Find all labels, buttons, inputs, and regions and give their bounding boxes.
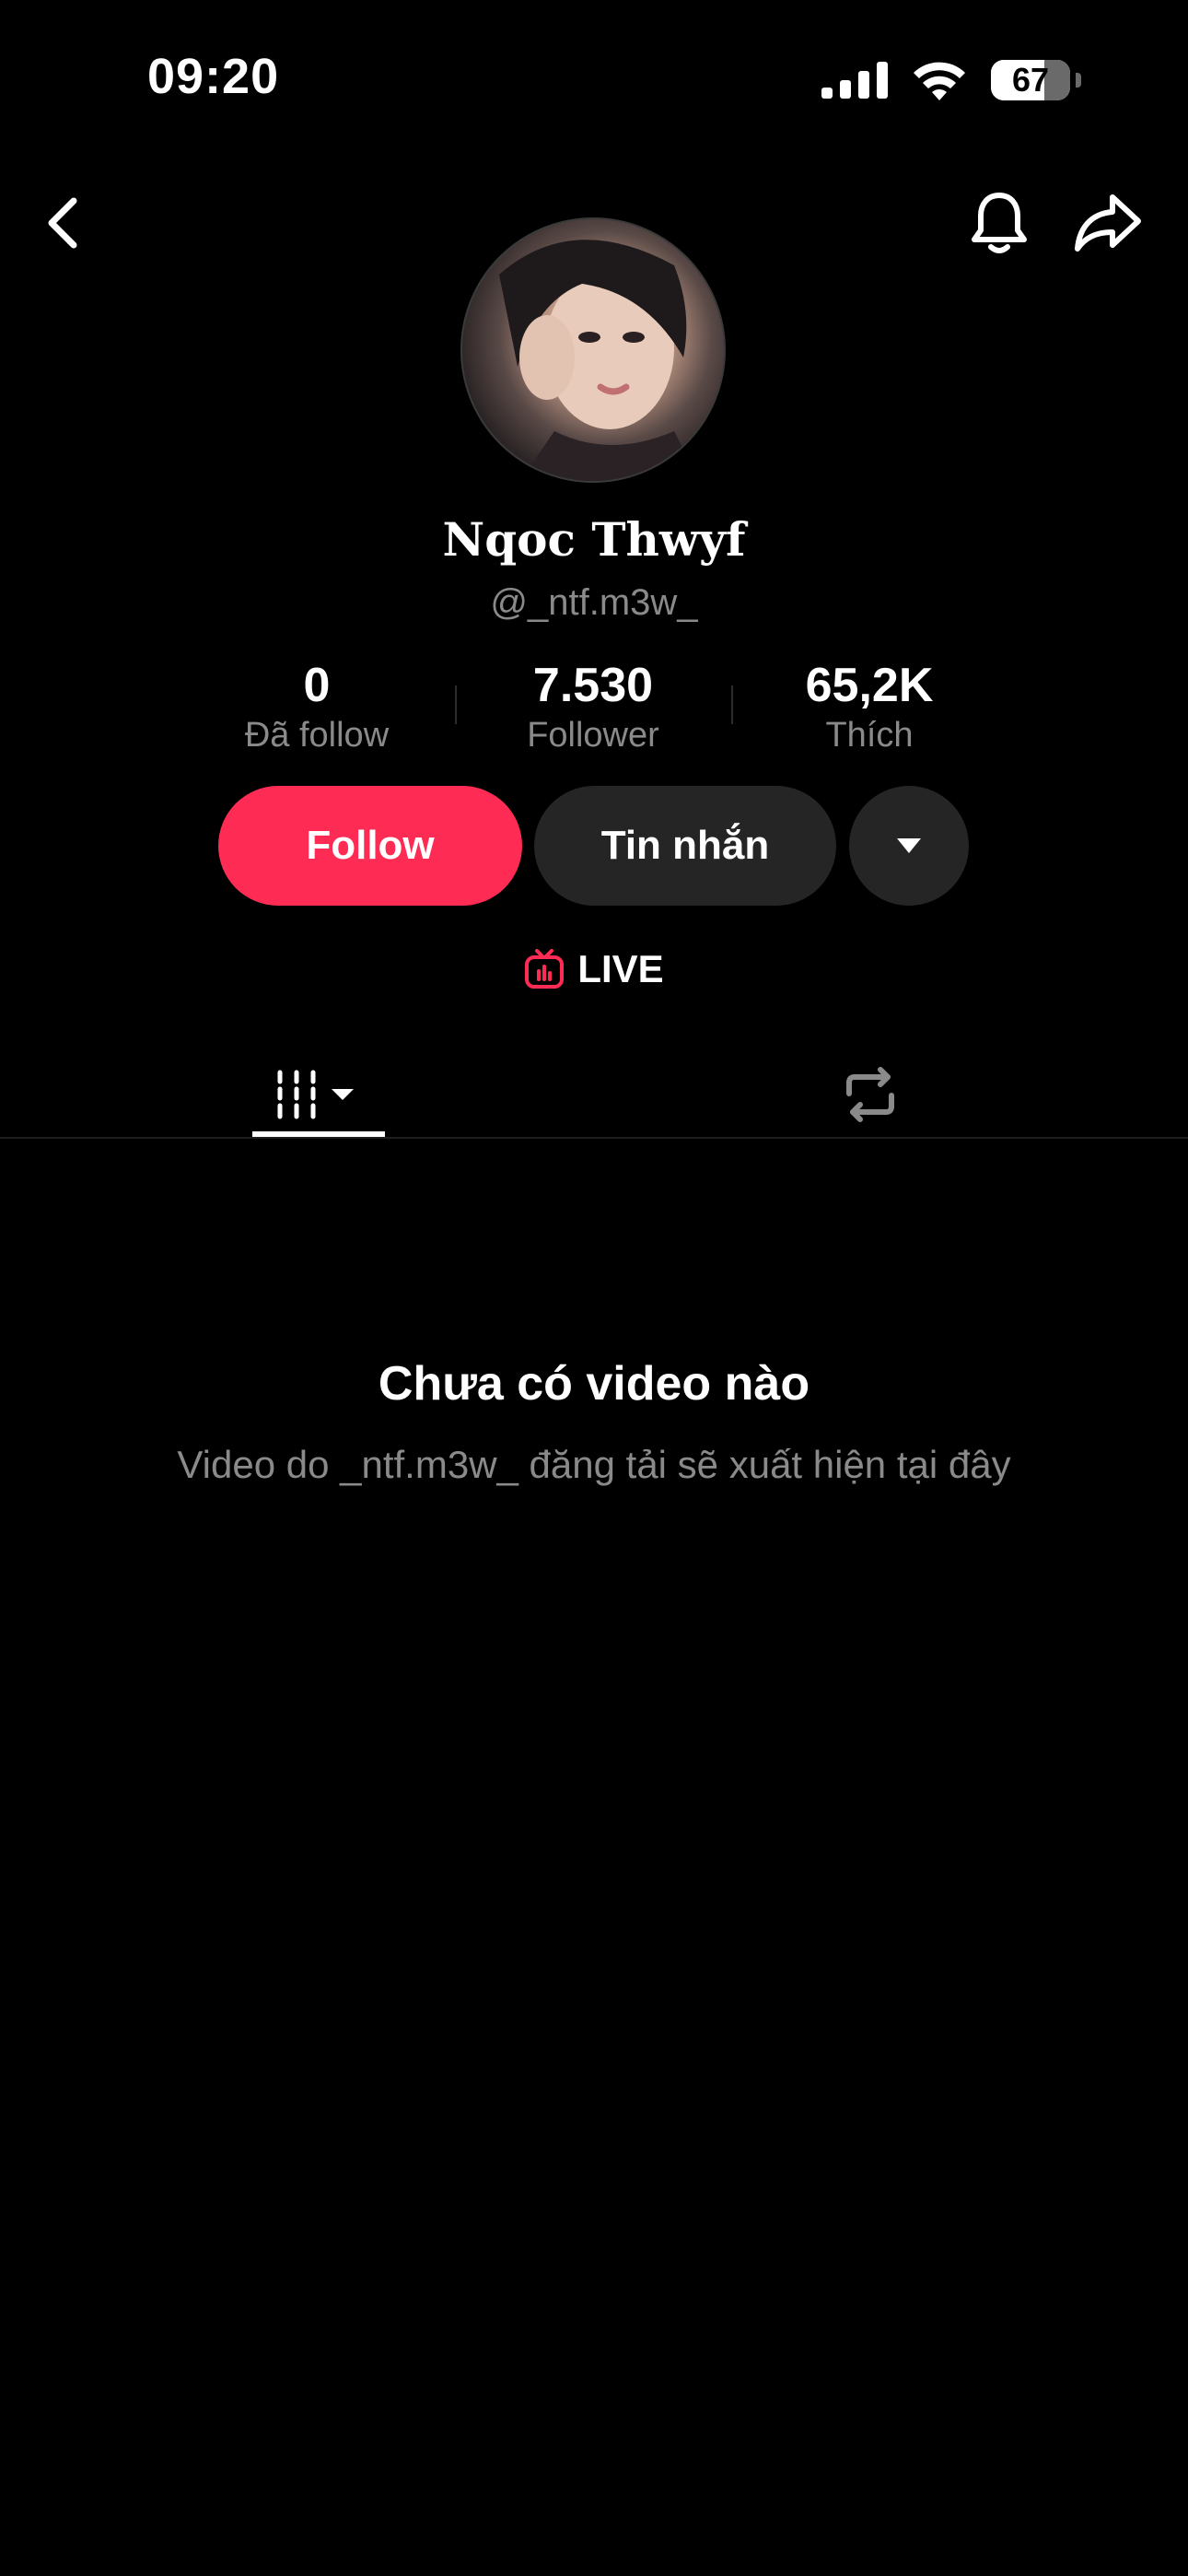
- status-time: 09:20: [147, 49, 280, 104]
- avatar-photo: [499, 240, 700, 481]
- status-icons: 67: [821, 57, 1081, 103]
- grid-icon: [277, 1070, 354, 1119]
- tabs-divider: [0, 1137, 1188, 1139]
- display-name: Nqoc Thwyf: [442, 512, 746, 567]
- tab-videos[interactable]: [252, 1050, 385, 1139]
- message-button[interactable]: Tin nhắn: [534, 786, 836, 906]
- stat-following[interactable]: 0 Đã follow: [179, 658, 455, 757]
- tab-reposts[interactable]: [810, 1050, 930, 1139]
- live-tv-icon: [525, 949, 565, 989]
- caret-down-icon: [897, 838, 921, 853]
- share-button[interactable]: [1074, 190, 1144, 256]
- back-button[interactable]: [37, 190, 88, 256]
- wifi-icon: [914, 62, 965, 100]
- repost-icon: [846, 1067, 894, 1122]
- live-link[interactable]: LIVE: [0, 947, 1188, 991]
- empty-state-subtitle: Video do _ntf.m3w_ đăng tải sẽ xuất hiện…: [177, 1443, 1011, 1486]
- battery-icon: 67: [991, 60, 1070, 100]
- signal-icon: [821, 62, 888, 99]
- username-handle: @_ntf.m3w_: [490, 582, 698, 623]
- avatar[interactable]: [460, 217, 726, 483]
- stat-likes-label: Thích: [825, 716, 914, 755]
- live-label: LIVE: [577, 947, 664, 990]
- stat-followers[interactable]: 7.530 Follower: [455, 658, 731, 757]
- back-chevron-icon: [48, 197, 77, 249]
- stat-followers-label: Follower: [527, 716, 659, 755]
- empty-state-title: Chưa có video nào: [378, 1357, 810, 1411]
- follow-button[interactable]: Follow: [218, 786, 522, 906]
- bell-icon: [972, 193, 1027, 253]
- share-arrow-icon: [1075, 194, 1141, 252]
- notification-button[interactable]: [969, 190, 1030, 256]
- more-options-button[interactable]: [849, 786, 969, 906]
- stat-likes[interactable]: 65,2K Thích: [731, 658, 1007, 757]
- stat-likes-value: 65,2K: [805, 659, 934, 712]
- battery-cap: [1076, 73, 1081, 88]
- stat-followers-value: 7.530: [532, 659, 654, 712]
- battery-percent: 67: [1011, 61, 1050, 99]
- stat-following-label: Đã follow: [244, 716, 390, 755]
- stat-following-value: 0: [303, 659, 331, 712]
